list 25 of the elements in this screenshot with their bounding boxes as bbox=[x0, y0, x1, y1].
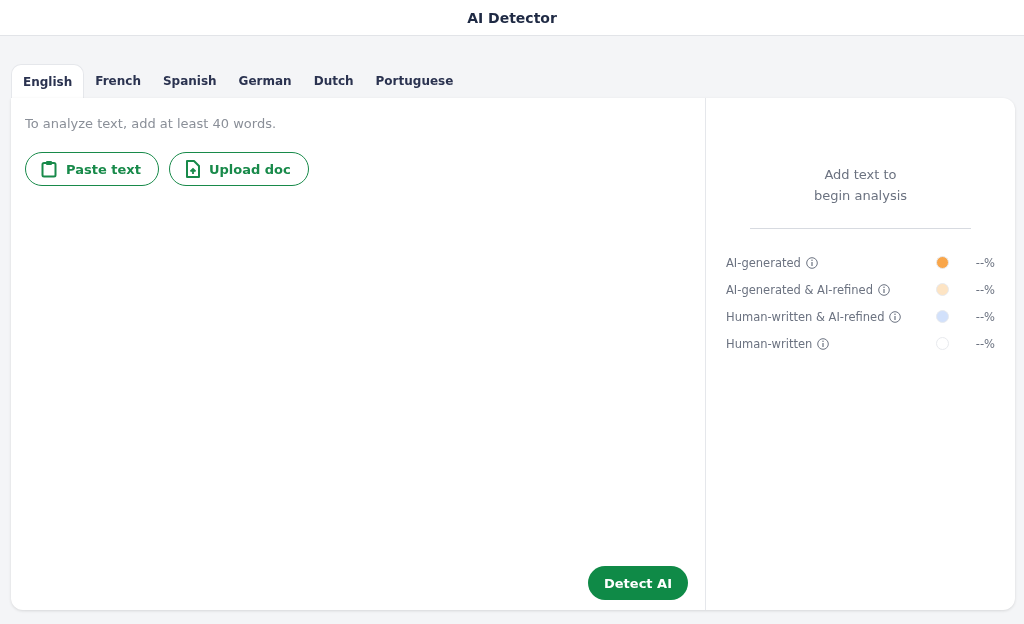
file-upload-icon bbox=[184, 160, 200, 178]
language-tab[interactable]: Dutch bbox=[302, 64, 365, 98]
percentage-value: --% bbox=[974, 255, 995, 270]
legend-label: Human-written bbox=[726, 336, 813, 351]
percentage-value: --% bbox=[974, 309, 995, 324]
language-tab[interactable]: Portuguese bbox=[364, 64, 465, 98]
info-icon[interactable] bbox=[805, 256, 818, 269]
info-icon[interactable] bbox=[889, 310, 902, 323]
info-icon[interactable] bbox=[877, 283, 890, 296]
percentage-value: --% bbox=[974, 336, 995, 351]
legend-label: AI-generated & AI-refined bbox=[726, 282, 873, 297]
empty-state-message: Add text to begin analysis bbox=[812, 166, 909, 205]
language-tab[interactable]: Spanish bbox=[151, 64, 228, 98]
language-tab[interactable]: French bbox=[84, 64, 152, 98]
info-icon[interactable] bbox=[817, 337, 830, 350]
clipboard-icon bbox=[41, 160, 57, 178]
legend-label: Human-written & AI-refined bbox=[726, 309, 885, 324]
language-tab[interactable]: English bbox=[11, 64, 85, 98]
paste-text-button[interactable]: Paste text bbox=[25, 152, 159, 186]
detect-ai-button[interactable]: Detect AI bbox=[588, 566, 688, 600]
percentage-value: --% bbox=[974, 282, 995, 297]
legend-label: AI-generated bbox=[726, 255, 801, 270]
language-tab[interactable]: German bbox=[227, 64, 303, 98]
upload-doc-button[interactable]: Upload doc bbox=[168, 152, 309, 186]
page-title: AI Detector bbox=[467, 9, 557, 26]
